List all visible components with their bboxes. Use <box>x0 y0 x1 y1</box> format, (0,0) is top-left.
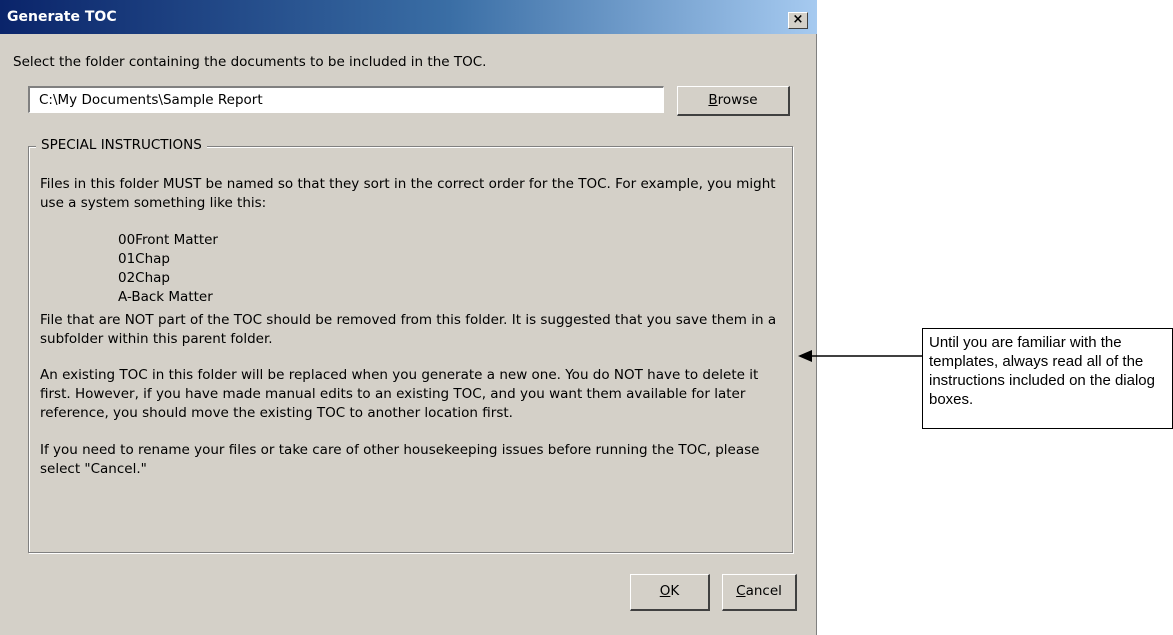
close-icon: × <box>792 12 804 27</box>
browse-mnemonic: B <box>708 92 718 108</box>
cancel-mnemonic: C <box>736 583 746 599</box>
instructions-para-4: If you need to rename your files or take… <box>40 442 760 477</box>
title-bar[interactable]: Generate TOC × <box>0 0 817 34</box>
callout-note: Until you are familiar with the template… <box>922 328 1173 429</box>
example-names-list: 00Front Matter 01Chap 02Chap A-Back Matt… <box>118 231 218 307</box>
browse-rest: rowse <box>717 92 758 108</box>
generate-toc-dialog: Generate TOC × Select the folder contain… <box>0 0 817 635</box>
ok-mnemonic: O <box>659 583 671 599</box>
list-item: 01Chap <box>118 251 171 267</box>
close-button[interactable]: × <box>788 12 808 29</box>
list-item: 02Chap <box>118 270 171 286</box>
list-item: 00Front Matter <box>118 232 218 248</box>
folder-prompt: Select the folder containing the documen… <box>13 54 487 70</box>
ok-button[interactable]: OK <box>630 574 710 611</box>
cancel-rest: ancel <box>745 583 782 599</box>
list-item: A-Back Matter <box>118 289 213 305</box>
instructions-para-3: An existing TOC in this folder will be r… <box>40 367 759 421</box>
dialog-title: Generate TOC <box>7 9 117 25</box>
instructions-para-2: File that are NOT part of the TOC should… <box>40 312 777 347</box>
instructions-para-1: Files in this folder MUST be named so th… <box>40 176 776 211</box>
ok-rest: K <box>670 583 680 599</box>
special-instructions-heading: SPECIAL INSTRUCTIONS <box>36 137 207 153</box>
browse-button[interactable]: Browse <box>677 86 790 116</box>
folder-path-input[interactable]: C:\My Documents\Sample Report <box>28 86 664 113</box>
cancel-button[interactable]: Cancel <box>722 574 797 611</box>
